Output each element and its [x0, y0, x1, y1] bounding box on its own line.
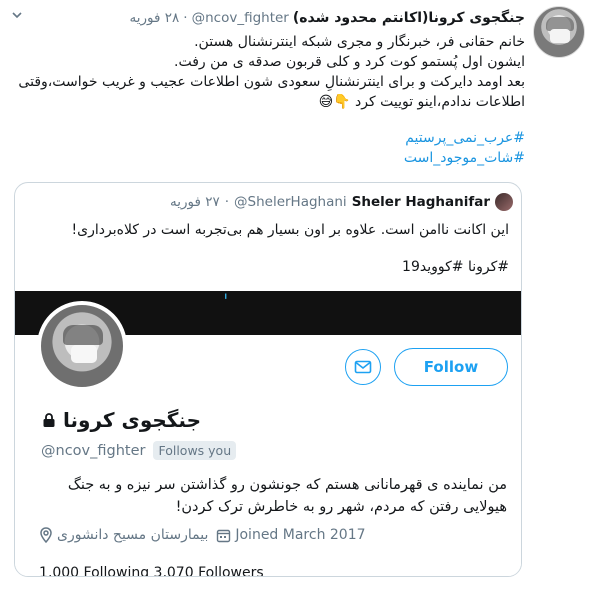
follows-you-badge: Follows you: [153, 441, 237, 460]
quoted-hashtags: #کرونا #کووید19: [402, 259, 509, 275]
quoted-date: ۲۷ فوریه: [169, 194, 220, 210]
quoted-tweet[interactable]: Sheler Haghanifar @ShelerHaghani · ۲۷ فو…: [14, 182, 522, 577]
quoted-avatar: [495, 193, 513, 211]
quoted-handle: @ShelerHaghani: [234, 194, 347, 210]
profile-card: ╹ Follow جنگجوی کرونا @ncov_fighter Foll…: [15, 291, 521, 577]
quoted-name: Sheler Haghanifar: [351, 194, 490, 210]
chevron-down-icon[interactable]: [8, 8, 26, 26]
quoted-header: Sheler Haghanifar @ShelerHaghani · ۲۷ فو…: [23, 193, 513, 211]
follow-button[interactable]: Follow: [394, 348, 508, 386]
profile-name-row: جنگجوی کرونا: [41, 408, 201, 432]
separator-dot: ·: [224, 194, 230, 210]
tweet-body-line: ایشون اول پُستمو کوت کرد و کلی قربون صدق…: [174, 54, 525, 70]
profile-joined-text: Joined March 2017: [235, 527, 366, 543]
profile-meta: بیمارستان مسیح دانشوری Joined March 2017: [39, 527, 366, 543]
tweet-body: خانم حقانی فر، خبرنگار و مجری شبکه اینتر…: [15, 32, 525, 112]
location-icon: [40, 527, 52, 543]
hashtag-link[interactable]: #عرب_نمی_پرستیم: [45, 128, 525, 148]
tweet-display-name[interactable]: جنگجوی کرونا(اکانتم محدود شده): [293, 10, 525, 26]
tweet-date[interactable]: ۲۸ فوریه: [130, 10, 180, 26]
profile-joined: Joined March 2017: [216, 527, 366, 543]
calendar-icon: [217, 529, 231, 542]
profile-handle-row: @ncov_fighter Follows you: [41, 441, 237, 460]
profile-bio: من نماینده ی قهرمانانی هستم که جونشون رو…: [67, 477, 507, 515]
quoted-text: این اکانت ناامن است. علاوه بر اون بسیار …: [71, 222, 509, 238]
tweet-hashtags: #عرب_نمی_پرستیم #شات_موجود_است: [45, 128, 525, 168]
profile-name: جنگجوی کرونا: [63, 408, 201, 432]
profile-location: بیمارستان مسیح دانشوری: [39, 527, 208, 543]
tweet-avatar[interactable]: [533, 6, 585, 58]
tweet-body-line: بعد اومد دایرکت و برای اینترنشنالِ سعودی…: [18, 74, 525, 110]
separator-dot: ·: [183, 10, 188, 26]
envelope-icon: [354, 360, 372, 374]
profile-avatar: [37, 301, 127, 391]
tweet-header: جنگجوی کرونا(اکانتم محدود شده) @ncov_fig…: [55, 8, 525, 28]
tweet[interactable]: جنگجوی کرونا(اکانتم محدود شده) @ncov_fig…: [0, 0, 595, 595]
lock-icon: [43, 413, 55, 427]
hashtag-link[interactable]: #شات_موجود_است: [45, 148, 525, 168]
tweet-handle[interactable]: @ncov_fighter: [192, 10, 289, 26]
profile-handle: @ncov_fighter: [41, 442, 146, 459]
message-button[interactable]: [345, 349, 381, 385]
profile-location-text: بیمارستان مسیح دانشوری: [57, 527, 209, 543]
profile-stats: 1,000 Following 3,070 Followers: [39, 565, 264, 577]
tweet-body-line: خانم حقانی فر، خبرنگار و مجری شبکه اینتر…: [194, 34, 525, 50]
